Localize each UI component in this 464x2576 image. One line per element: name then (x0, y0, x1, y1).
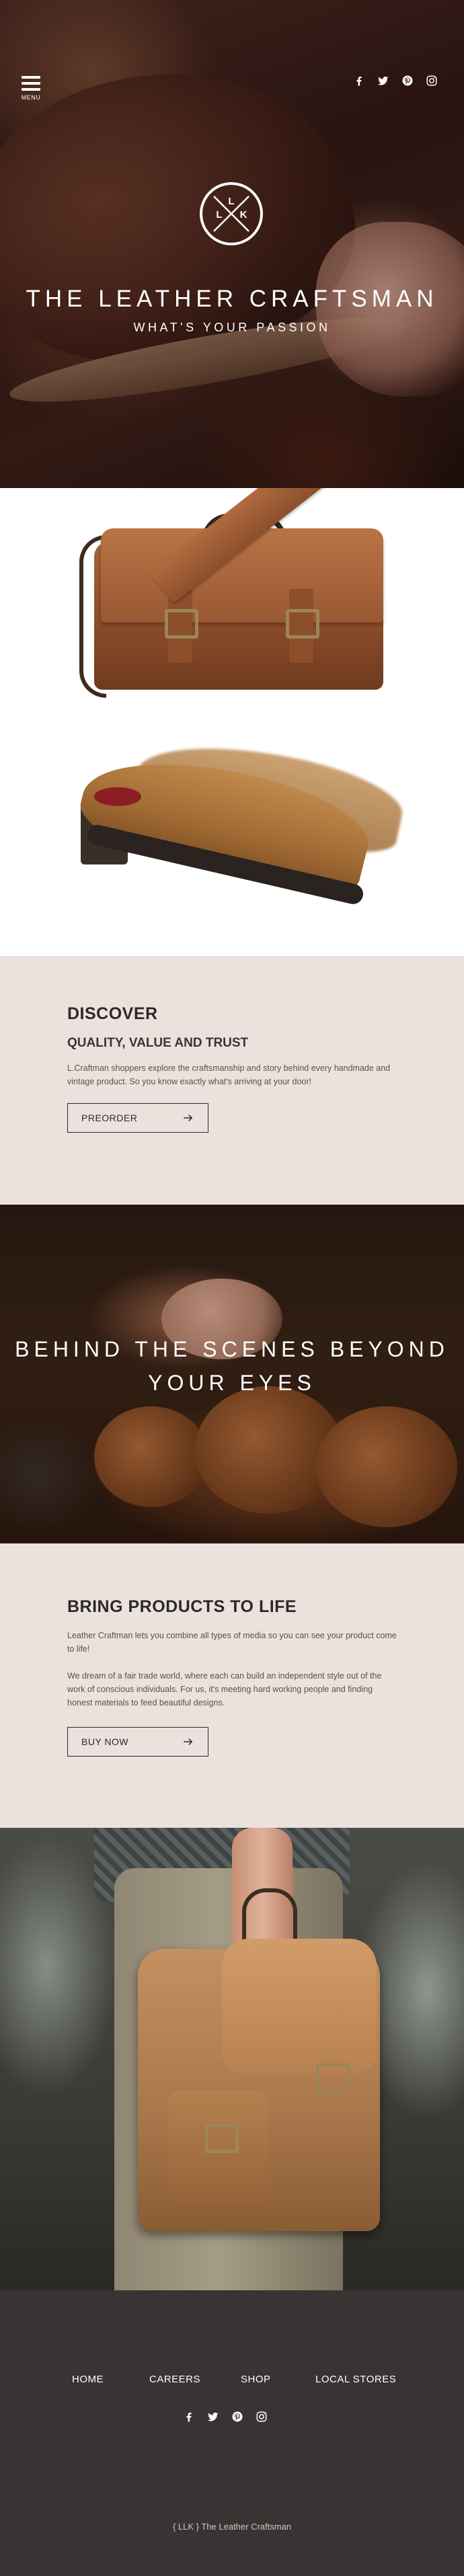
hero-title: THE LEATHER CRAFTSMAN (26, 286, 438, 312)
backpack-section (0, 1828, 464, 2290)
bring-paragraph-1: Leather Craftman lets you combine all ty… (67, 1631, 397, 1654)
arrow-right-icon (184, 1738, 193, 1746)
header-social-links (352, 73, 439, 88)
footer-social-links (182, 2409, 269, 2424)
discover-subheading: QUALITY, VALUE AND TRUST (67, 1036, 249, 1050)
bring-products-section: BRING PRODUCTS TO LIFE Leather Craftman … (0, 1543, 464, 1828)
bring-paragraph-2: We dream of a fair trade world, where ea… (67, 1671, 382, 1707)
footer-link-careers[interactable]: CAREERS (149, 2374, 200, 2385)
menu-label: MENU (21, 94, 41, 101)
footer-twitter-link[interactable] (206, 2409, 221, 2424)
footer-instagram-link[interactable] (254, 2409, 269, 2424)
brand-logo[interactable]: L L K (199, 182, 264, 246)
behind-title-line1: BEHIND THE SCENES BEYOND (15, 1337, 449, 1361)
preorder-button-label: PREORDER (81, 1113, 138, 1123)
pinterest-icon (232, 2411, 243, 2422)
bring-heading: BRING PRODUCTS TO LIFE (67, 1597, 297, 1616)
behind-title-line2: YOUR EYES (148, 1371, 316, 1395)
twitter-icon (207, 2412, 219, 2421)
behind-the-scenes-title: BEHIND THE SCENES BEYOND YOUR EYES (0, 1332, 464, 1400)
instagram-icon (256, 2411, 267, 2422)
behind-the-scenes-section: BEHIND THE SCENES BEYOND YOUR EYES (0, 1205, 464, 1543)
footer-pinterest-link[interactable] (230, 2409, 245, 2424)
footer-link-local-stores[interactable]: LOCAL STORES (315, 2374, 396, 2385)
facebook-link[interactable] (352, 73, 366, 88)
hero-section: MENU L L K THE LEATHER CRAFTSMAN WHAT'S … (0, 0, 464, 488)
site-footer: HOME CAREERS SHOP LOCAL STORES { LLK } T… (0, 2290, 464, 2576)
discover-heading: DISCOVER (67, 1004, 158, 1023)
instagram-link[interactable] (424, 73, 439, 88)
products-section (0, 488, 464, 956)
preorder-button[interactable]: PREORDER (67, 1103, 208, 1133)
footer-copyright: { LLK } The Leather Craftsman (172, 2522, 292, 2532)
menu-button[interactable]: MENU (20, 76, 42, 104)
buy-now-button[interactable]: BUY NOW (67, 1727, 208, 1757)
hero-subtitle: WHAT'S YOUR PASSION (133, 321, 331, 334)
discover-paragraph: L.Craftman shoppers explore the craftsma… (67, 1063, 391, 1086)
buy-now-button-label: BUY NOW (81, 1736, 129, 1747)
logo-letter-top: L (228, 196, 234, 207)
facebook-icon (356, 77, 362, 86)
hamburger-icon (22, 76, 40, 79)
footer-nav: HOME CAREERS SHOP LOCAL STORES (0, 2374, 464, 2387)
arrow-right-icon (184, 1114, 193, 1122)
logo-letter-left: L (216, 209, 222, 220)
twitter-icon (377, 76, 389, 85)
discover-section: DISCOVER QUALITY, VALUE AND TRUST L.Craf… (0, 956, 464, 1205)
twitter-link[interactable] (376, 73, 391, 88)
llk-logo-icon: L L K (200, 182, 263, 245)
footer-facebook-link[interactable] (182, 2409, 196, 2424)
instagram-icon (426, 75, 437, 86)
facebook-icon (186, 2413, 192, 2422)
pinterest-link[interactable] (400, 73, 415, 88)
footer-link-home[interactable]: HOME (72, 2374, 104, 2385)
pinterest-icon (402, 75, 413, 86)
footer-link-shop[interactable]: SHOP (241, 2374, 271, 2385)
logo-letter-right: K (240, 209, 247, 220)
